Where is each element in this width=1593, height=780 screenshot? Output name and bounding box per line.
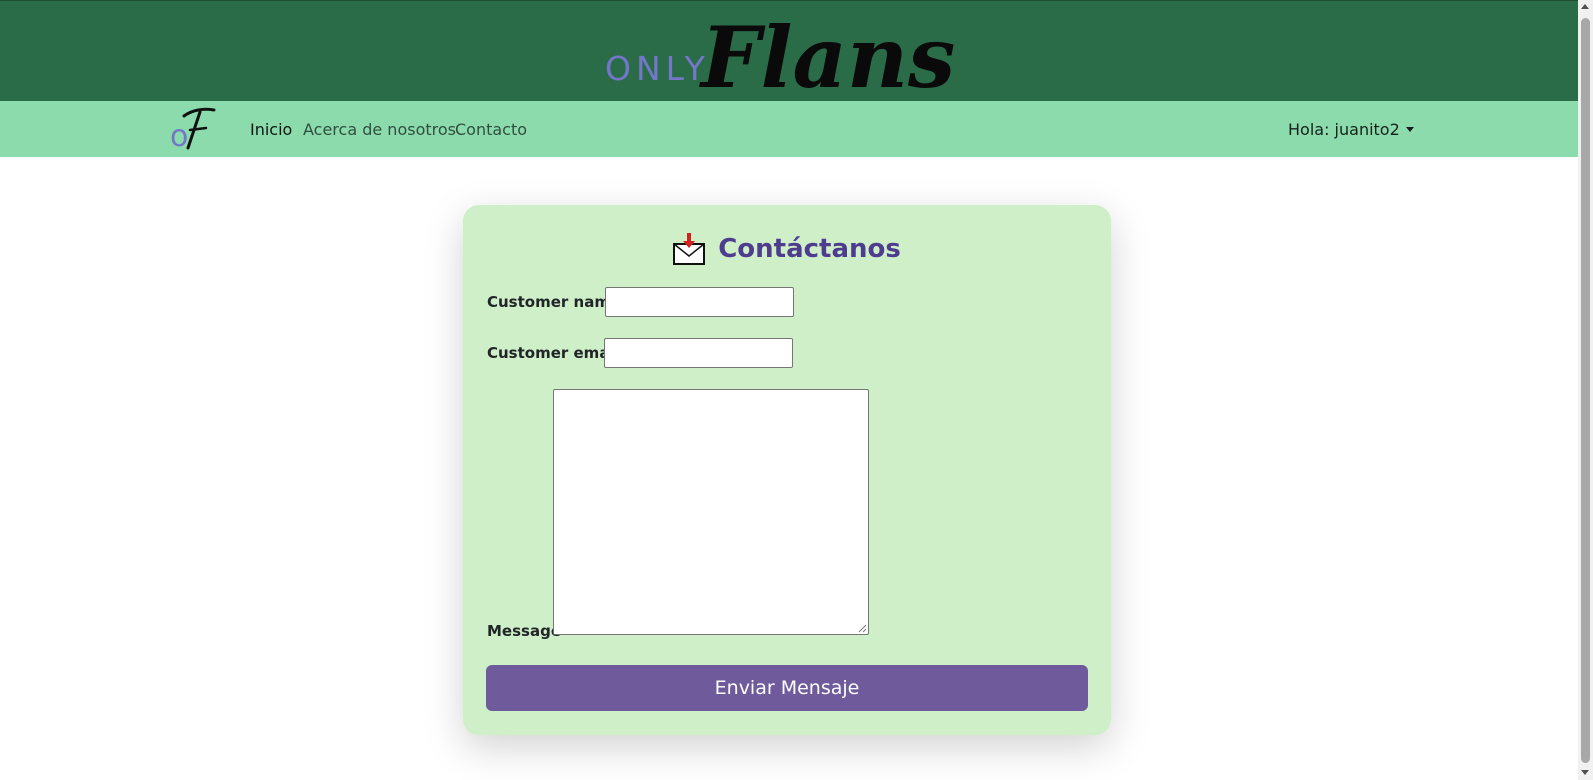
message-label: Message <box>487 622 561 640</box>
contact-card: Contáctanos Customer name Customer email… <box>463 205 1111 735</box>
contact-title: Contáctanos <box>718 234 901 264</box>
nav-link-acerca[interactable]: Acerca de nosotros <box>303 120 456 139</box>
incoming-envelope-icon <box>673 233 706 265</box>
brand-logo-icon[interactable]: o <box>170 104 218 154</box>
card-title: Contáctanos <box>463 233 1111 265</box>
customer-email-label: Customer email <box>487 344 620 362</box>
user-menu-label: Hola: juanito2 <box>1288 120 1400 139</box>
message-textarea[interactable] <box>553 389 869 635</box>
customer-name-label: Customer name <box>487 293 621 311</box>
resize-grip-icon[interactable] <box>858 624 867 633</box>
logo-flans-script: Flans <box>699 8 955 102</box>
send-message-button[interactable]: Enviar Mensaje <box>486 665 1088 711</box>
logo-script-text: Flans <box>699 8 955 102</box>
svg-text:o: o <box>170 119 188 154</box>
scrollbar-thumb[interactable] <box>1581 18 1590 763</box>
user-menu-dropdown[interactable]: Hola: juanito2 <box>1288 120 1414 139</box>
scroll-down-arrow-icon[interactable] <box>1581 770 1589 775</box>
customer-email-input[interactable] <box>604 338 793 368</box>
caret-down-icon <box>1405 127 1414 132</box>
scroll-up-arrow-icon[interactable] <box>1581 4 1589 9</box>
customer-name-input[interactable] <box>605 287 794 317</box>
nav-link-inicio[interactable]: Inicio <box>250 120 292 139</box>
header-banner: ONLY Flans <box>0 0 1578 102</box>
onlyflans-logo: ONLY Flans <box>605 1 965 102</box>
vertical-scrollbar[interactable] <box>1578 0 1593 780</box>
page: ONLY Flans o Inicio Acerca de nosotros C… <box>0 0 1578 780</box>
navbar: o Inicio Acerca de nosotros Contacto Hol… <box>0 101 1578 157</box>
nav-link-contacto[interactable]: Contacto <box>455 120 527 139</box>
